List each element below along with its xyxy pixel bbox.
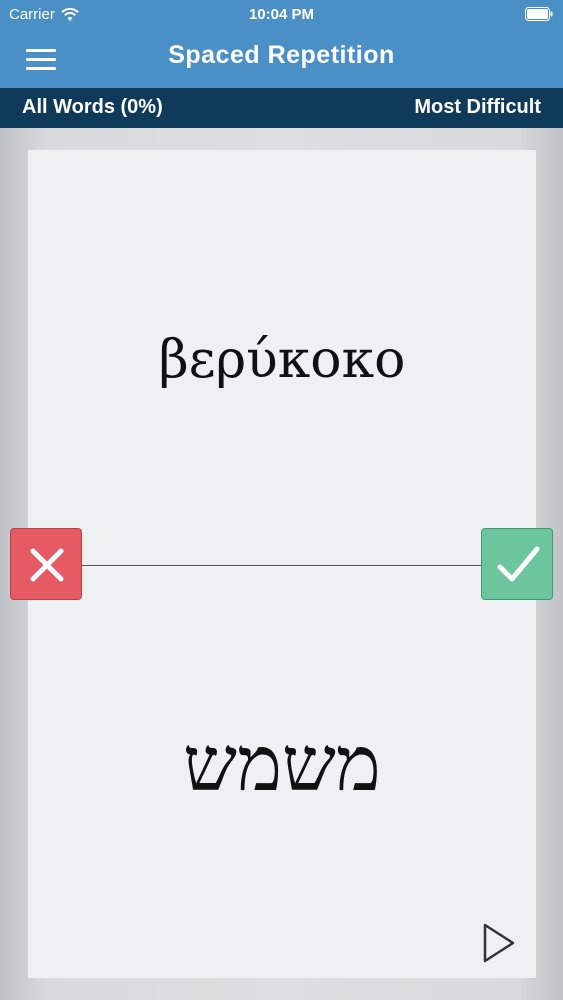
- battery-icon: [525, 7, 553, 21]
- navigation-bar: Spaced Repetition: [0, 30, 563, 88]
- sort-mode-selector[interactable]: Most Difficult: [414, 96, 541, 119]
- close-icon: [30, 548, 64, 582]
- mark-correct-button[interactable]: [481, 528, 553, 600]
- flashcard-back-word: משמש: [183, 723, 381, 807]
- checkmark-icon: [497, 546, 540, 582]
- flashcard[interactable]: [28, 150, 536, 978]
- mark-wrong-button[interactable]: [10, 528, 82, 600]
- flashcard-front-word: βερύκοκο: [158, 330, 406, 390]
- app-header: Carrier 10:04 PM Spaced Repetition: [0, 0, 563, 88]
- status-bar: Carrier 10:04 PM: [0, 0, 563, 30]
- status-time: 10:04 PM: [248, 6, 315, 23]
- flashcard-divider: [82, 565, 482, 566]
- filter-bar: All Words (0%) Most Difficult: [0, 88, 563, 128]
- page-title: Spaced Repetition: [168, 41, 395, 69]
- word-list-selector[interactable]: All Words (0%): [22, 96, 163, 119]
- play-icon[interactable]: [482, 922, 516, 964]
